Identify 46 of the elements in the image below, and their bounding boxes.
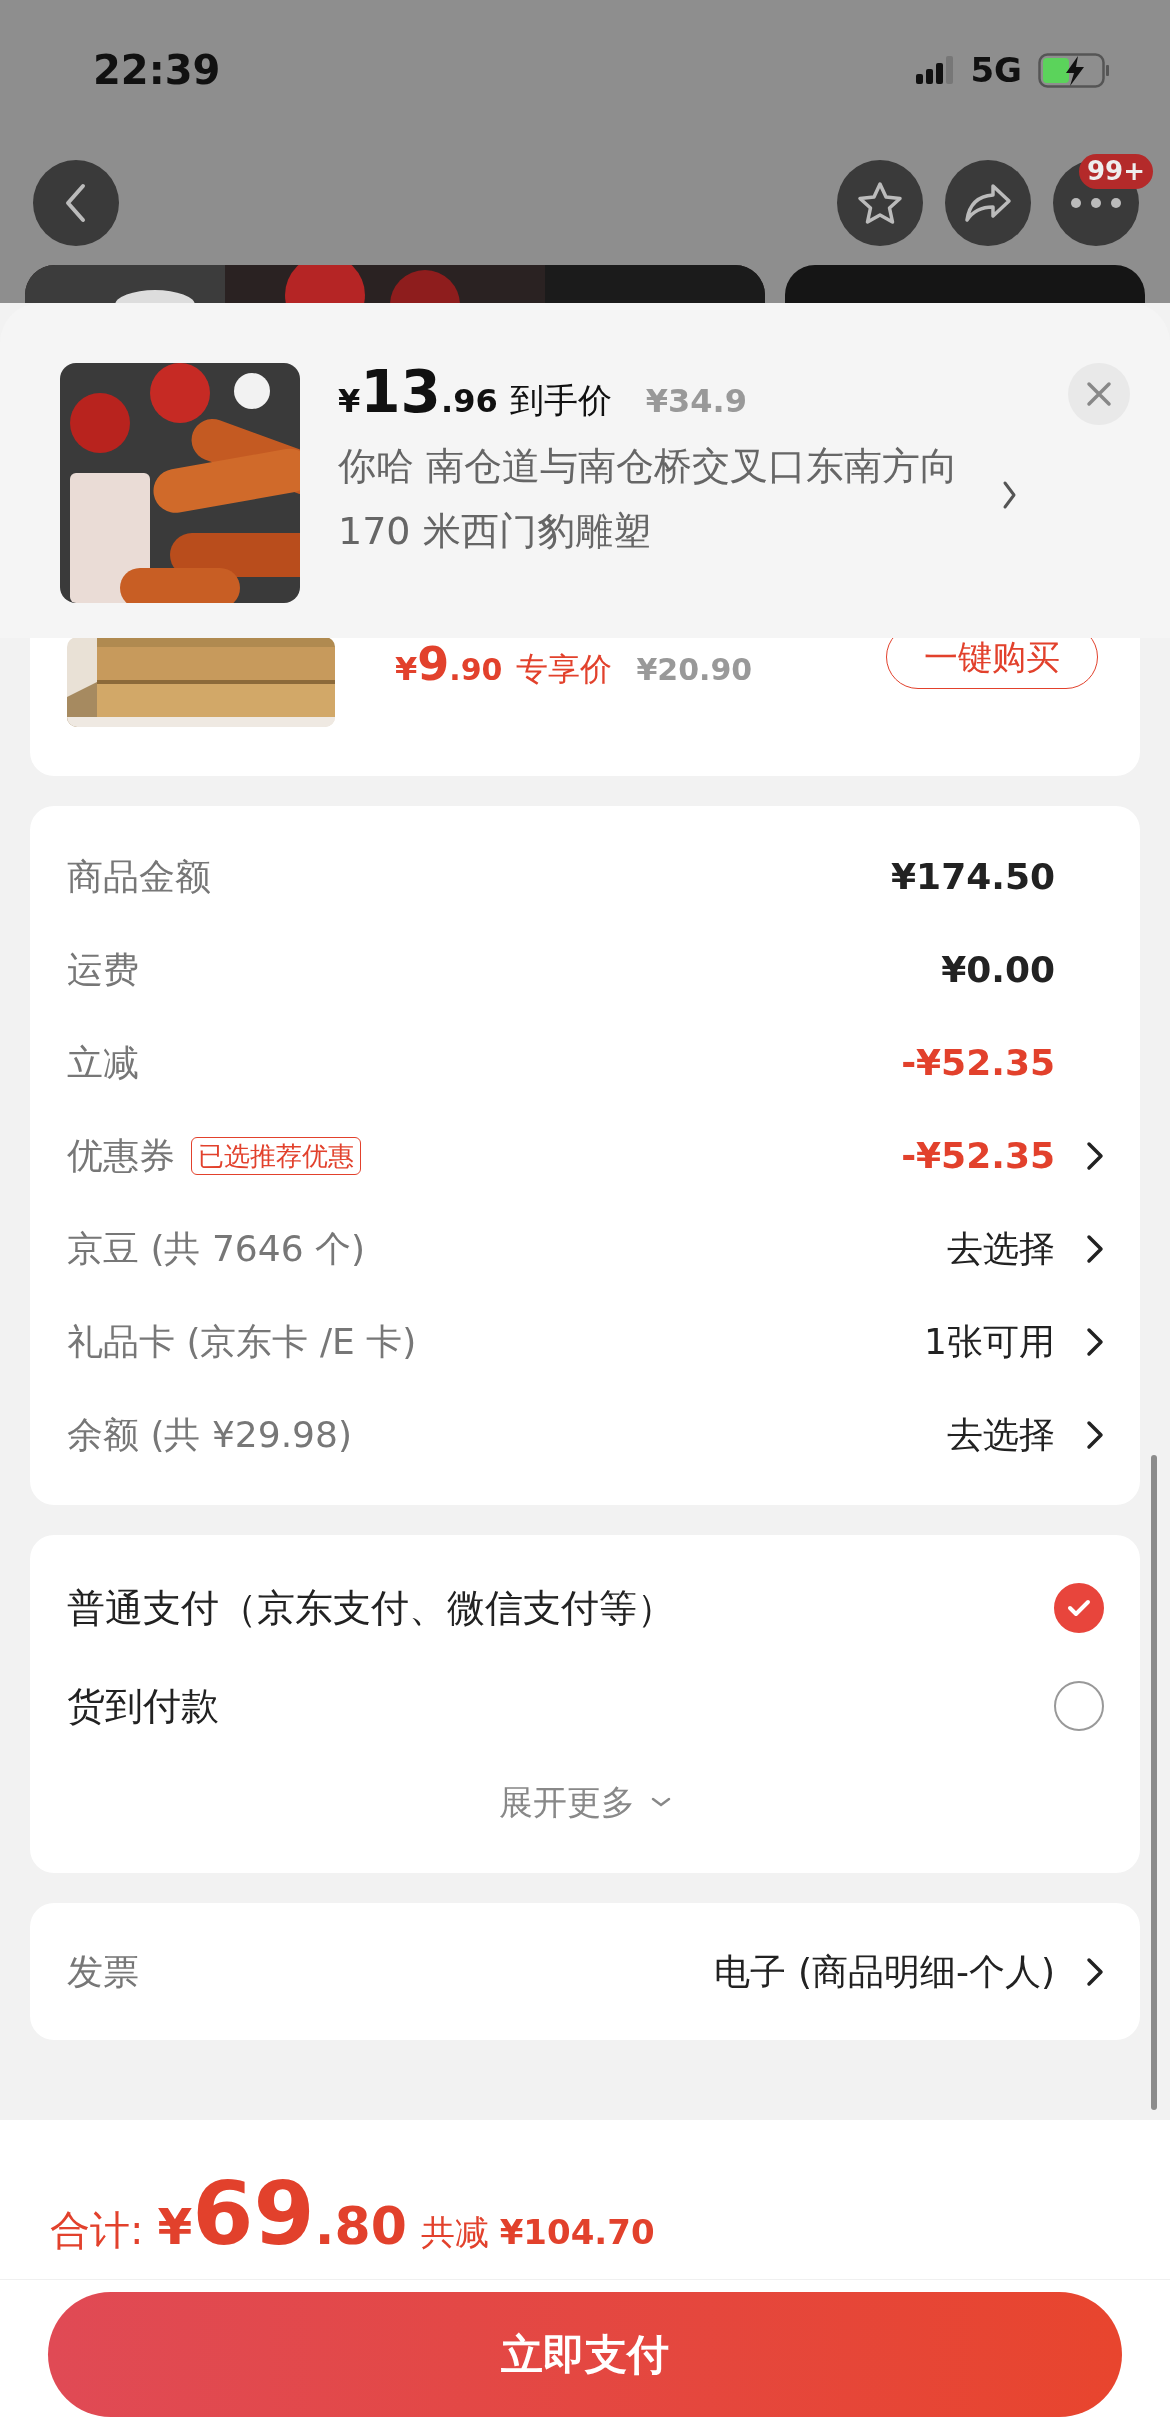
row-label: 商品金额 [67, 854, 211, 899]
saved-amount: 共减 ¥104.70 [420, 2211, 655, 2254]
network-label: 5G [970, 48, 1022, 92]
row-value[interactable]: -¥52.35 [901, 1128, 1055, 1183]
original-price: ¥34.9 [645, 381, 747, 422]
more-icon [1070, 196, 1122, 209]
total-label: 合计: [50, 2206, 144, 2255]
row-value[interactable]: 1张可用 [924, 1314, 1055, 1369]
row-label: 礼品卡 (京东卡 /E 卡) [67, 1319, 417, 1364]
expand-link[interactable]: 展开更多 [499, 1776, 635, 1828]
radio-button[interactable] [1054, 1583, 1104, 1633]
address-text: 你哈 南仓道与南仓桥交叉口东南方向 170 米西门豹雕塑 [338, 443, 960, 555]
price-label: 专享价 [516, 649, 613, 690]
row-label: 优惠券 [67, 1133, 175, 1178]
row-label: 发票 [67, 1949, 139, 1994]
chevron-right-icon [1002, 480, 1017, 510]
row-value[interactable]: 去选择 [947, 1407, 1055, 1462]
tag: 已选推荐优惠 [191, 1136, 361, 1175]
chevron-down-icon [651, 1797, 671, 1807]
row-label: 余额 (共 ¥29.98) [67, 1412, 352, 1457]
row-label: 运费 [67, 947, 139, 992]
payment-option[interactable]: 普通支付（京东支付、微信支付等） [67, 1579, 675, 1637]
row-label: 立减 [67, 1040, 139, 1085]
signal-icon [916, 56, 955, 84]
total-price: ¥69.80 [156, 2170, 407, 2265]
check-icon [1067, 1599, 1091, 1617]
price-text: ¥13.96 [338, 363, 498, 425]
pay-button[interactable]: 立即支付 [48, 2292, 1122, 2417]
radio-button[interactable] [1054, 1681, 1104, 1731]
status-time: 22:39 [93, 46, 221, 95]
star-icon [855, 179, 905, 226]
close-icon [1086, 381, 1112, 407]
row-value[interactable]: 去选择 [947, 1221, 1055, 1276]
price-label: 到手价 [509, 379, 612, 422]
chevron-right-icon [1085, 1956, 1105, 1987]
row-label: 京豆 (共 7646 个) [67, 1226, 366, 1271]
notification-badge: 99+ [1079, 153, 1153, 189]
payment-option[interactable]: 货到付款 [67, 1677, 219, 1735]
original-price: ¥20.90 [636, 651, 753, 689]
price-text: ¥9.90 [395, 641, 503, 693]
row-value: -¥52.35 [901, 1040, 1055, 1085]
row-value[interactable]: 电子 (商品明细-个人) [714, 1944, 1055, 1999]
battery-icon [1038, 52, 1110, 88]
share-icon [963, 181, 1013, 224]
row-value: ¥174.50 [891, 854, 1055, 899]
row-value: ¥0.00 [941, 947, 1055, 992]
